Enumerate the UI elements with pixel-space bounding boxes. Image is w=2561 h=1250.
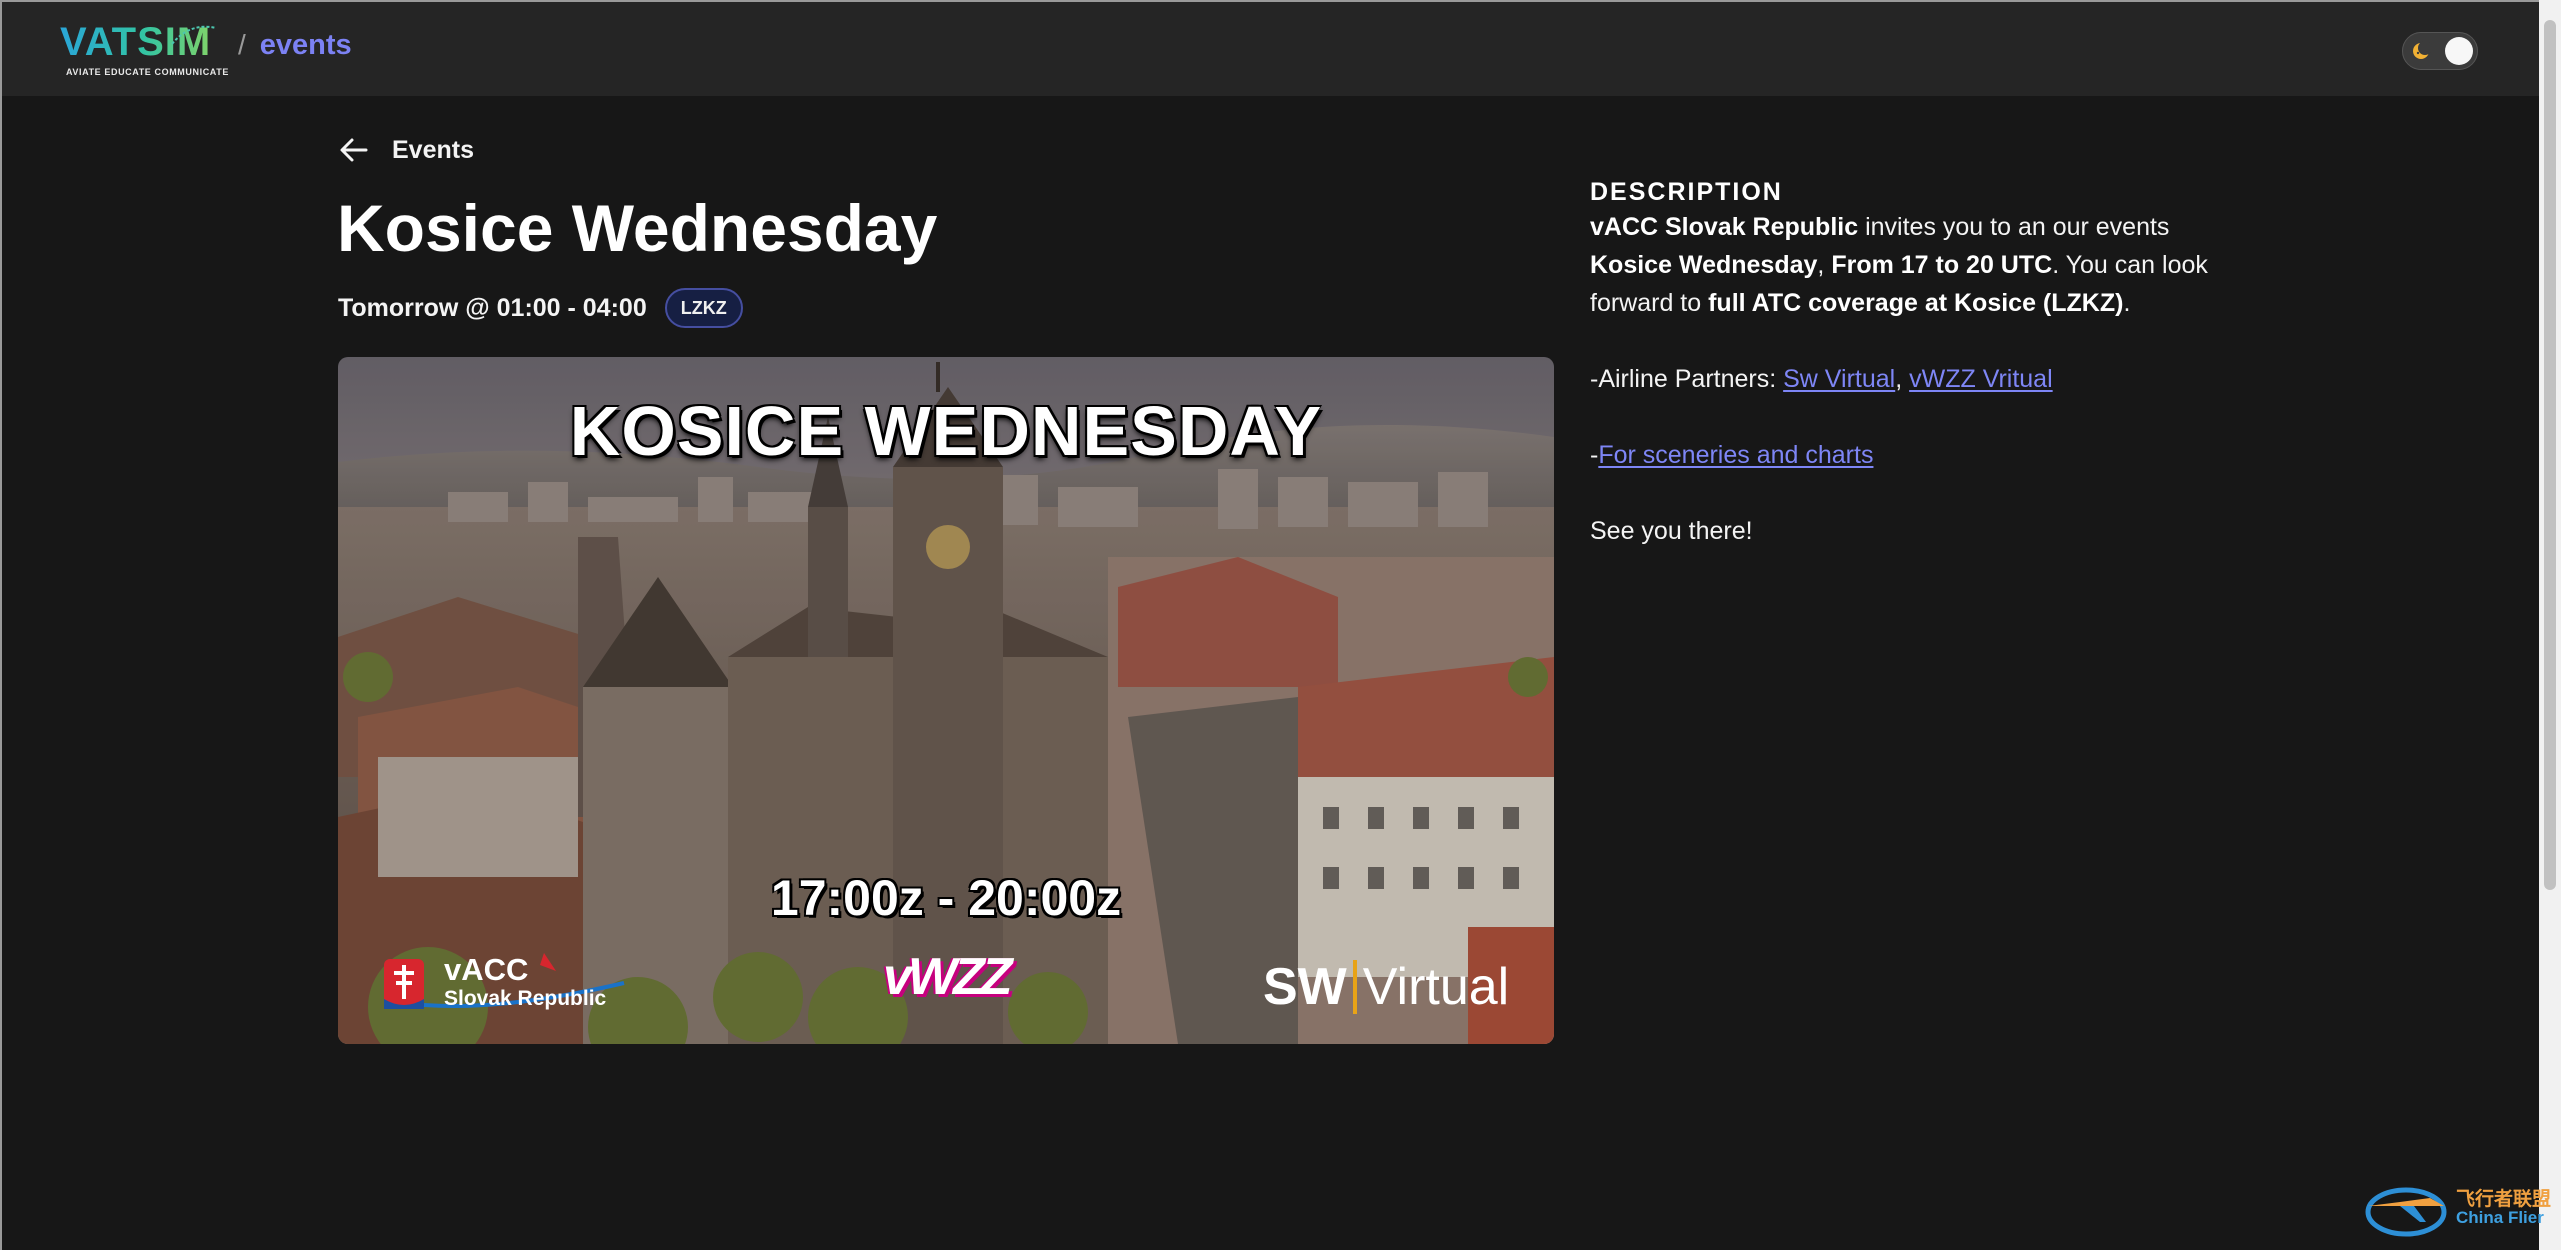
plane-icon [2365,1187,2447,1237]
desc-bold-event: Kosice Wednesday [1590,251,1818,279]
event-meta: Tomorrow @ 01:00 - 04:00 LZKZ [338,288,743,328]
scrollbar-thumb[interactable] [2544,20,2556,890]
sw-virtual-logo: SW Virtual [1263,957,1509,1017]
logo-tagline: AVIATE EDUCATE COMMUNICATE [66,67,229,77]
description-partners: -Airline Partners: Sw Virtual, vWZZ Vrit… [1590,360,2230,398]
theme-toggle[interactable] [2402,32,2478,70]
desc-text: , [1817,251,1832,279]
vacc-slovak-logo: vACC Slovak Republic [384,949,624,1019]
banner-headline: KOSICE WEDNESDAY [569,392,1323,470]
vacc-logo-subtitle: Slovak Republic [444,987,607,1010]
banner-time: 17:00z - 20:00z [770,870,1122,926]
desc-bold-vacc: vACC Slovak Republic [1590,213,1859,241]
sw-logo-bold: SW [1263,958,1347,1016]
sw-logo-rest: Virtual [1362,958,1510,1016]
description-spacer [1590,398,2230,436]
description-spacer [1590,322,2230,360]
sceneries-charts-link[interactable]: For sceneries and charts [1598,441,1873,469]
event-description: DESCRIPTION vACC Slovak Republic invites… [1590,176,2230,550]
vwzz-virtual-link[interactable]: vWZZ Vritual [1909,365,2053,393]
desc-text: invites you to an our events [1858,213,2170,241]
moon-icon [2413,41,2431,59]
description-charts: -For sceneries and charts [1590,436,2230,474]
toggle-knob [2445,37,2473,65]
back-to-events-link[interactable]: Events [336,132,474,168]
description-intro: vACC Slovak Republic invites you to an o… [1590,208,2230,322]
back-link-label: Events [392,135,474,164]
description-heading: DESCRIPTION [1590,178,1783,206]
airport-badge[interactable]: LZKZ [664,288,743,328]
partners-separator: , [1895,365,1910,393]
brand: VATSIM AVIATE EDUCATE COMMUNICATE / even… [60,20,352,78]
breadcrumb-separator: / [238,29,246,60]
event-banner-image: KOSICE WEDNESDAY 17:00z - 20:00z vACC Sl… [338,357,1554,1044]
watermark-text-cn: 飞行者联盟 [2456,1189,2552,1210]
description-spacer [1590,474,2230,512]
watermark-logo: 飞行者联盟 China Flier [2360,1176,2556,1238]
desc-bold-coverage: full ATC coverage at Kosice (LZKZ) [1708,289,2124,317]
top-navbar: VATSIM AVIATE EDUCATE COMMUNICATE / even… [2,2,2539,96]
sw-logo-divider [1352,960,1357,1014]
watermark-text-en: China Flier [2456,1208,2544,1227]
breadcrumb-section-link[interactable]: events [260,29,352,62]
event-title: Kosice Wednesday [337,191,938,265]
partners-prefix: -Airline Partners: [1590,365,1784,393]
logo-arc-icon [171,25,217,45]
arrow-left-icon [340,138,368,162]
sw-virtual-link[interactable]: Sw Virtual [1783,365,1895,393]
vacc-logo-word: vACC [444,952,529,987]
vwzz-logo: vWZZ [883,948,1013,1006]
event-time: Tomorrow @ 01:00 - 04:00 [338,293,647,322]
description-closing: See you there! [1590,517,1753,545]
vatsim-logo[interactable]: VATSIM AVIATE EDUCATE COMMUNICATE [60,20,228,78]
desc-bold-time: From 17 to 20 UTC [1831,251,2053,279]
page-scrollbar[interactable] [2539,0,2561,1250]
desc-text: . [2123,289,2131,317]
